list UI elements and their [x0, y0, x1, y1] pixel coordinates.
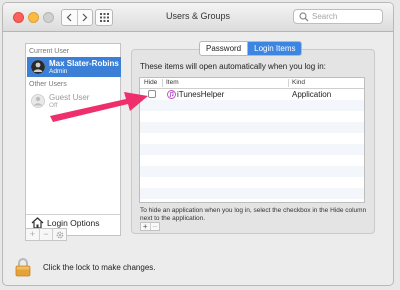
users-sidebar: Current User Max Slater-Robins Admin Oth… — [25, 43, 121, 236]
empty-row — [140, 100, 364, 111]
current-user-header: Current User — [29, 48, 70, 55]
column-item[interactable]: Item — [166, 79, 179, 86]
current-user-role: Admin — [49, 68, 68, 75]
empty-row — [140, 166, 364, 177]
tab-bar: Password Login Items — [199, 41, 303, 56]
login-items-table[interactable]: Hide Item Kind iTunesHelper Application — [139, 77, 365, 203]
login-items-hint: To hide an application when you log in, … — [140, 207, 367, 222]
user-row-guest[interactable]: Guest User Off — [27, 91, 121, 111]
column-hide[interactable]: Hide — [144, 79, 157, 86]
person-icon — [31, 60, 45, 74]
column-divider — [162, 79, 163, 87]
guest-user-status: Off — [49, 102, 58, 109]
avatar — [31, 60, 45, 74]
login-items-toolbar: + − — [140, 222, 160, 231]
person-icon — [31, 94, 45, 108]
current-user-name: Max Slater-Robins — [49, 59, 119, 68]
gear-icon — [56, 231, 64, 238]
add-login-item-button[interactable]: + — [141, 222, 150, 230]
lock-text: Click the lock to make changes. — [43, 263, 156, 272]
table-header: Hide Item Kind — [140, 78, 364, 89]
login-items-panel: These items will open automatically when… — [131, 49, 375, 234]
empty-row — [140, 111, 364, 122]
hide-checkbox[interactable] — [148, 90, 156, 98]
remove-user-button[interactable]: − — [38, 229, 53, 240]
guest-avatar — [31, 94, 45, 108]
other-users-header: Other Users — [29, 81, 67, 88]
remove-login-item-button[interactable]: − — [149, 222, 160, 230]
lock-icon — [15, 258, 31, 277]
guest-user-name: Guest User — [49, 93, 90, 102]
tab-login-items[interactable]: Login Items — [248, 42, 302, 55]
itunes-icon — [167, 90, 176, 99]
login-items-description: These items will open automatically when… — [140, 62, 326, 71]
login-item-kind: Application — [292, 90, 332, 99]
users-groups-window: Users & Groups Current User Max Slater-R… — [2, 2, 394, 286]
search-icon — [299, 12, 309, 22]
column-kind[interactable]: Kind — [292, 79, 305, 86]
empty-row — [140, 188, 364, 199]
empty-row — [140, 144, 364, 155]
empty-row — [140, 133, 364, 144]
table-row[interactable]: iTunesHelper Application — [140, 89, 364, 100]
login-item-name: iTunesHelper — [177, 90, 225, 99]
action-button[interactable] — [52, 229, 66, 240]
empty-row — [140, 177, 364, 188]
lock-button[interactable] — [15, 258, 31, 279]
column-divider — [288, 79, 289, 87]
title-bar: Users & Groups — [3, 3, 393, 32]
sidebar-toolbar: + − — [25, 228, 67, 241]
tab-password[interactable]: Password — [200, 42, 249, 55]
login-options-label: Login Options — [47, 218, 100, 228]
user-row-current[interactable]: Max Slater-Robins Admin — [27, 57, 121, 77]
add-user-button[interactable]: + — [26, 229, 39, 240]
empty-row — [140, 155, 364, 166]
empty-row — [140, 122, 364, 133]
search-input[interactable] — [312, 12, 378, 21]
search-field[interactable] — [293, 9, 383, 24]
